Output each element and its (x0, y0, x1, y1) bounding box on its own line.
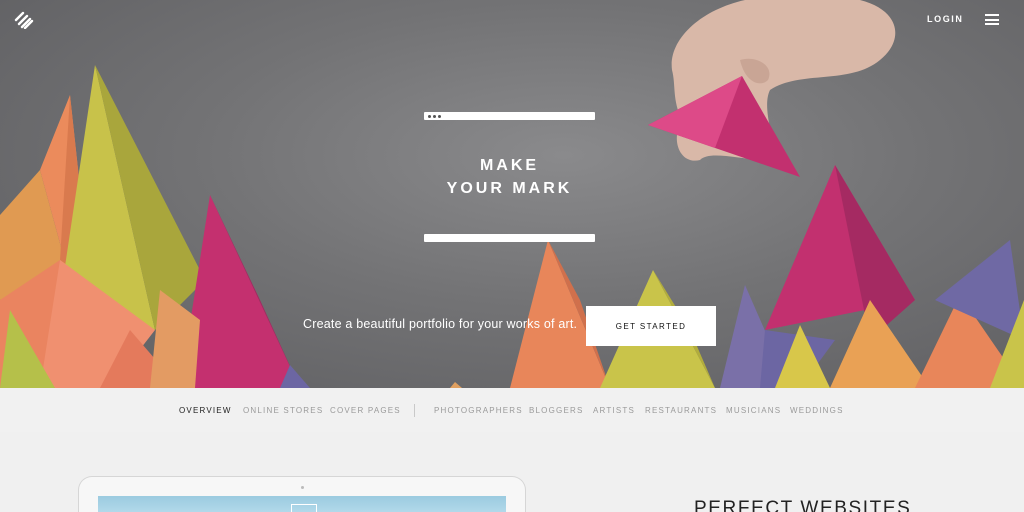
tab-cover-pages[interactable]: COVER PAGES (330, 406, 401, 415)
headline-line1: MAKE (479, 157, 540, 174)
headline-line2: YOUR MARK (446, 180, 573, 197)
tab-online-stores[interactable]: ONLINE STORES (243, 406, 323, 415)
squarespace-logo-icon[interactable] (14, 11, 34, 29)
tab-bloggers[interactable]: BLOGGERS (529, 406, 584, 415)
tab-artists[interactable]: ARTISTS (593, 406, 635, 415)
tab-restaurants[interactable]: RESTAURANTS (645, 406, 717, 415)
hero-banner: LOGIN MAKE YOUR MARK Create a beautiful … (0, 0, 1024, 388)
mini-browser-icon (291, 504, 317, 512)
hero-headline: MAKE YOUR MARK (424, 154, 595, 200)
browser-frame-bottom (424, 234, 595, 242)
camera-dot (301, 486, 304, 489)
tab-weddings[interactable]: WEDDINGS (790, 406, 844, 415)
browser-frame-top (424, 112, 595, 120)
tab-photographers[interactable]: PHOTOGRAPHERS (434, 406, 523, 415)
page: LOGIN MAKE YOUR MARK Create a beautiful … (0, 0, 1024, 512)
nav-divider (414, 404, 415, 417)
device-screen (98, 496, 506, 512)
tab-musicians[interactable]: MUSICIANS (726, 406, 781, 415)
hamburger-menu-icon[interactable] (985, 14, 999, 25)
get-started-button[interactable]: GET STARTED (586, 306, 716, 346)
hero-tagline: Create a beautiful portfolio for your wo… (303, 317, 578, 331)
category-nav: OVERVIEW ONLINE STORES COVER PAGES PHOTO… (0, 388, 1024, 432)
section-heading: PERFECT WEBSITES (694, 498, 912, 512)
login-link[interactable]: LOGIN (927, 14, 964, 24)
tab-overview[interactable]: OVERVIEW (179, 406, 232, 415)
